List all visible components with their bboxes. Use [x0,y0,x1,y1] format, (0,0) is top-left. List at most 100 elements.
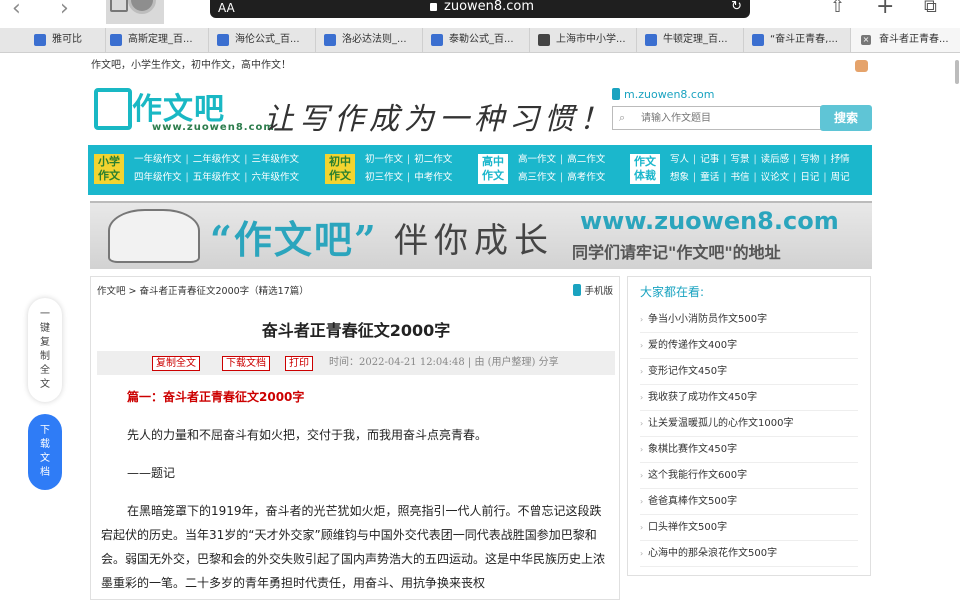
nav-links: 一年级作文 | 二年级作文 | 三年级作文 四年级作文 | 五年级作文 | 六年级作文 [134,154,299,183]
nav-link[interactable]: 五年级作文 [193,172,241,183]
browser-tab[interactable]: 雅可比 [0,28,106,52]
forward-button[interactable]: › [60,0,69,20]
browser-tab[interactable]: 牛顿定理_百... [637,28,744,52]
nav-link[interactable]: 写景 [730,154,749,165]
nav-link[interactable]: 议论文 [761,172,790,183]
copy-all-button[interactable]: 复制全文 [152,356,200,371]
tabs-icon[interactable]: ⧉ [924,0,937,16]
list-item[interactable]: › 心海中的那朵浪花作文500字 [640,541,858,567]
site-container: 作文吧，小学生作文，初中作文，高中作文！ 作文吧 www.zuowen8.com… [88,54,872,269]
nav-link[interactable]: 书信 [730,172,749,183]
site-logo[interactable]: 作文吧 www.zuowen8.com [94,88,274,138]
favicon-icon [324,34,336,46]
search-button[interactable]: 搜索 [820,105,872,131]
nav-link[interactable]: 初三作文 [365,172,403,183]
nav-link[interactable]: 高二作文 [567,154,605,165]
promo-banner[interactable]: “作文吧” 伴你成长 www.zuowen8.com 同学们请牢记"作文吧"的地… [90,201,872,269]
mobile-site-link[interactable]: m.zuowen8.com [612,88,714,101]
nav-link[interactable]: 写物 [800,154,819,165]
mobile-version-label: 手机版 [584,286,613,297]
nav-link[interactable]: 记事 [700,154,719,165]
list-item[interactable]: › 口头禅作文500字 [640,515,858,541]
search-box: ⌕ [612,106,822,130]
site-slogan: 作文吧，小学生作文，初中作文，高中作文！ [91,60,291,71]
list-item[interactable]: › 这个我能行作文600字 [640,463,858,489]
reader-options-button[interactable]: AA [218,0,235,16]
scrollbar-thumb[interactable] [955,60,959,84]
list-item-label: 爱的传递作文400字 [648,340,738,351]
nav-tag[interactable]: 小学作文 [94,154,124,184]
browser-tab[interactable]: 高斯定理_百... [106,28,209,52]
sidebar-toggle-button[interactable] [106,0,164,24]
new-tab-button[interactable]: + [876,0,894,18]
arrow-icon: › [640,367,644,376]
nav-link[interactable]: 读后感 [761,154,790,165]
list-item-label: 争当小小消防员作文500字 [648,314,768,325]
list-item[interactable]: › 象棋比赛作文450字 [640,437,858,463]
close-tab-icon[interactable]: × [861,35,871,45]
article-meta: 时间：2022-04-21 12:04:48 | 由 (用户整理) 分享 [329,357,559,368]
tab-label: 雅可比 [52,34,82,45]
address-bar[interactable]: AA zuowen8.com ↻ [210,0,750,18]
download-label: 下载文档 [40,425,50,478]
breadcrumb-home[interactable]: 作文吧 [97,286,126,297]
banner-subtext: 同学们请牢记"作文吧"的地址 [572,243,781,262]
download-button[interactable]: 下载文档 [222,356,270,371]
share-icon[interactable]: ⇧ [830,0,845,16]
favicon-icon [217,34,229,46]
article-paragraph: 先人的力量和不屈奋斗有如火把，交付于我，而我用奋斗点亮青春。 [127,428,488,442]
nav-link[interactable]: 四年级作文 [134,172,182,183]
list-item-label: 变形记作文450字 [648,366,728,377]
nav-link[interactable]: 中考作文 [414,172,452,183]
nav-link[interactable]: 童话 [700,172,719,183]
nav-link[interactable]: 初二作文 [414,154,452,165]
favicon-icon [538,34,550,46]
tab-label: “奋斗正青春,... [770,34,838,45]
browser-tab-active[interactable]: × 奋斗者正青春... [851,28,960,52]
browser-tab[interactable]: 上海市中小学... [530,28,637,52]
nav-link[interactable]: 三年级作文 [251,154,299,165]
banner-text: 伴你成长 [394,221,554,261]
nav-tag[interactable]: 高中作文 [478,154,508,184]
download-float-button[interactable]: 下载文档 [28,414,62,490]
search-input[interactable] [641,109,817,127]
list-item[interactable]: › 爸爸真棒作文500字 [640,489,858,515]
list-item[interactable]: › 我收获了成功作文450字 [640,385,858,411]
nav-link[interactable]: 初一作文 [365,154,403,165]
back-button[interactable]: ‹ [12,0,21,20]
browser-tab[interactable]: 泰勒公式_百... [423,28,530,52]
phone-icon [573,284,582,296]
browser-tab[interactable]: 海伦公式_百... [209,28,316,52]
nav-link[interactable]: 高三作文 [518,172,556,183]
nav-link[interactable]: 想象 [670,172,689,183]
tab-strip: 雅可比 高斯定理_百... 海伦公式_百... 洛必达法则_... 泰勒公式_百… [0,28,960,53]
nav-link[interactable]: 周记 [831,172,850,183]
nav-tag[interactable]: 作文体裁 [630,154,660,184]
nav-link[interactable]: 高一作文 [518,154,556,165]
arrow-icon: › [640,445,644,454]
arrow-icon: › [640,419,644,428]
browser-tab[interactable]: “奋斗正青春,... [744,28,851,52]
reload-icon[interactable]: ↻ [731,0,742,14]
mobile-version-link[interactable]: 手机版 [573,283,613,297]
breadcrumb-current[interactable]: 奋斗者正青春征文2000字（精选17篇） [139,286,308,297]
nav-link[interactable]: 抒情 [831,154,850,165]
browser-toolbar: ‹ › AA zuowen8.com ↻ ⇧ + ⧉ [0,0,960,28]
nav-tag[interactable]: 初中作文 [325,154,355,184]
copy-all-float-button[interactable]: 一键复制全文 [28,298,62,402]
nav-link[interactable]: 一年级作文 [134,154,182,165]
nav-link[interactable]: 二年级作文 [193,154,241,165]
list-item[interactable]: › 争当小小消防员作文500字 [640,307,858,333]
browser-tab[interactable]: 洛必达法则_... [316,28,423,52]
list-item[interactable]: › 变形记作文450字 [640,359,858,385]
print-button[interactable]: 打印 [285,356,313,371]
nav-link[interactable]: 六年级作文 [251,172,299,183]
nav-link[interactable]: 高考作文 [567,172,605,183]
popular-sidebar: 大家都在看: › 争当小小消防员作文500字 › 爱的传递作文400字 › 变形记作文… [627,276,871,576]
address-url[interactable]: zuowen8.com [444,0,534,14]
nav-link[interactable]: 写人 [670,154,689,165]
nav-group-middle: 初中作文 初一作文 | 初二作文 初三作文 | 中考作文 [325,145,470,195]
list-item[interactable]: › 让关爱温暖孤儿的心作文1000字 [640,411,858,437]
nav-link[interactable]: 日记 [800,172,819,183]
list-item[interactable]: › 爱的传递作文400字 [640,333,858,359]
